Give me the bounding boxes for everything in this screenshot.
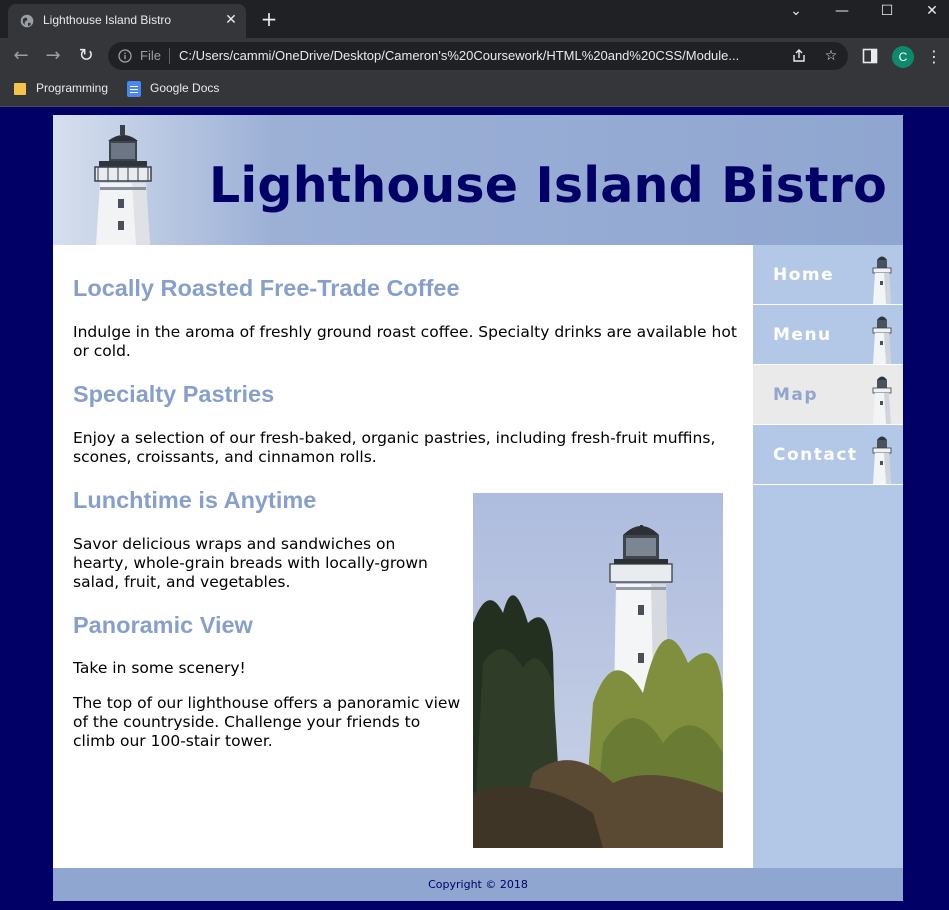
google-docs-icon bbox=[127, 81, 141, 97]
section-text-coffee: Indulge in the aroma of freshly ground r… bbox=[73, 323, 737, 360]
lighthouse-icon bbox=[872, 436, 892, 484]
minimize-button[interactable]: — bbox=[827, 2, 857, 20]
lighthouse-photo bbox=[473, 493, 723, 848]
new-tab-button[interactable]: + bbox=[258, 9, 280, 31]
tab-search-chevron-icon[interactable]: ⌄ bbox=[781, 2, 811, 20]
section-text-panoramic-1: Take in some scenery! bbox=[73, 659, 246, 677]
nav-item-home[interactable]: Home bbox=[753, 245, 903, 305]
url-text[interactable]: C:/Users/cammi/OneDrive/Desktop/Cameron'… bbox=[179, 48, 739, 63]
bookmark-star-icon[interactable]: ☆ bbox=[822, 47, 840, 65]
site-nav: Home Menu Map Contact bbox=[753, 245, 903, 868]
nav-label[interactable]: Map bbox=[773, 385, 818, 405]
nav-label[interactable]: Home bbox=[773, 265, 834, 285]
browser-toolbar: ← → ↻ File C:/Users/cammi/OneDrive/Deskt… bbox=[0, 38, 949, 74]
bookmark-programming[interactable]: Programming bbox=[14, 80, 114, 100]
share-icon[interactable] bbox=[790, 47, 808, 65]
page-wrapper: Lighthouse Island Bistro Home Menu Map C… bbox=[53, 115, 903, 901]
nav-item-contact[interactable]: Contact bbox=[753, 425, 903, 485]
close-window-button[interactable]: ✕ bbox=[917, 2, 947, 20]
section-heading-coffee: Locally Roasted Free-Trade Coffee bbox=[73, 275, 460, 301]
bookmarks-bar: Programming Google Docs bbox=[0, 74, 949, 107]
file-label: File bbox=[140, 48, 161, 63]
nav-item-map[interactable]: Map bbox=[753, 365, 903, 425]
nav-label[interactable]: Contact bbox=[773, 445, 858, 465]
section-heading-panoramic: Panoramic View bbox=[73, 612, 253, 638]
maximize-button[interactable]: ☐ bbox=[872, 2, 902, 20]
browser-chrome: Lighthouse Island Bistro ✕ + ⌄ — ☐ ✕ ← →… bbox=[0, 0, 949, 107]
browser-tab[interactable]: Lighthouse Island Bistro ✕ bbox=[8, 4, 246, 38]
bookmark-google-docs[interactable]: Google Docs bbox=[127, 80, 227, 100]
omnibox-separator bbox=[169, 48, 170, 64]
bookmark-label: Google Docs bbox=[150, 81, 220, 95]
profile-avatar[interactable]: C bbox=[892, 46, 914, 68]
side-panel-icon[interactable] bbox=[862, 48, 878, 64]
section-heading-pastries: Specialty Pastries bbox=[73, 381, 275, 407]
bookmark-label: Programming bbox=[36, 81, 109, 95]
tab-close-icon[interactable]: ✕ bbox=[222, 11, 240, 29]
nav-label[interactable]: Menu bbox=[773, 325, 832, 345]
globe-icon bbox=[20, 14, 34, 28]
section-text-panoramic-2: The top of our lighthouse offers a panor… bbox=[73, 694, 461, 750]
section-heading-lunchtime: Lunchtime is Anytime bbox=[73, 487, 317, 513]
folder-icon bbox=[14, 83, 26, 95]
back-button[interactable]: ← bbox=[9, 44, 33, 68]
main-content: Locally Roasted Free-Trade Coffee Indulg… bbox=[53, 245, 753, 868]
tab-strip: Lighthouse Island Bistro ✕ + ⌄ — ☐ ✕ bbox=[0, 0, 949, 38]
tab-title: Lighthouse Island Bistro bbox=[43, 13, 172, 27]
address-bar[interactable]: File C:/Users/cammi/OneDrive/Desktop/Cam… bbox=[108, 42, 848, 70]
nav-item-menu[interactable]: Menu bbox=[753, 305, 903, 365]
copyright-text: Copyright © 2018 bbox=[428, 878, 528, 891]
site-footer: Copyright © 2018 bbox=[53, 868, 903, 901]
forward-button[interactable]: → bbox=[41, 44, 65, 68]
reload-button[interactable]: ↻ bbox=[74, 44, 98, 68]
browser-menu-icon[interactable]: ⋮ bbox=[926, 46, 942, 68]
section-text-pastries: Enjoy a selection of our fresh-baked, or… bbox=[73, 429, 716, 466]
section-text-lunchtime: Savor delicious wraps and sandwiches on … bbox=[73, 535, 428, 591]
lighthouse-icon bbox=[872, 376, 892, 424]
info-icon[interactable] bbox=[118, 49, 132, 63]
site-header: Lighthouse Island Bistro bbox=[53, 115, 903, 245]
lighthouse-icon bbox=[872, 256, 892, 304]
lighthouse-logo-image bbox=[94, 125, 152, 245]
site-title: Lighthouse Island Bistro bbox=[209, 157, 887, 214]
lighthouse-icon bbox=[872, 316, 892, 364]
